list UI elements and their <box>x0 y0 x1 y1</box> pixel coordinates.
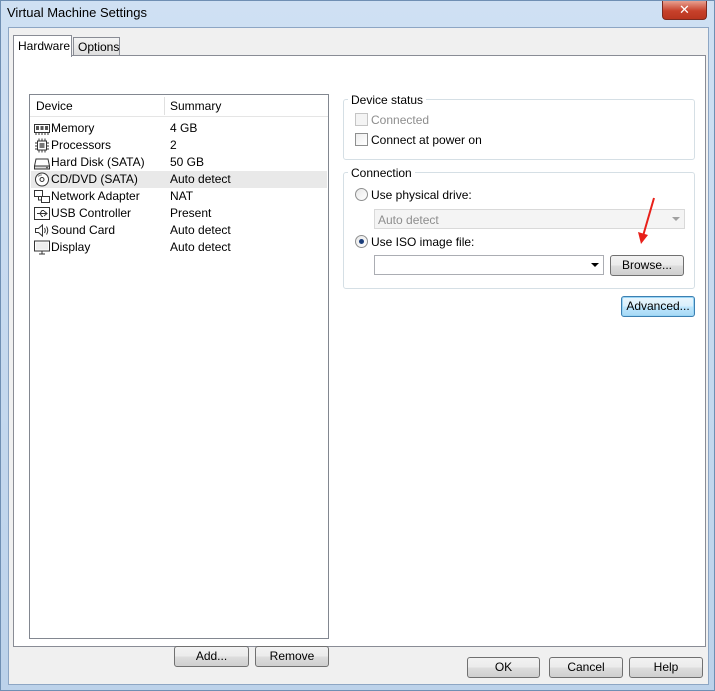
network-adapter-icon <box>34 190 50 203</box>
device-row-cd-dvd[interactable]: CD/DVD (SATA) Auto detect <box>31 171 327 188</box>
device-summary: Present <box>170 206 212 220</box>
device-name: Sound Card <box>51 223 116 237</box>
hard-disk-icon <box>34 158 50 170</box>
monitor-icon <box>34 240 50 255</box>
device-row-network-adapter[interactable]: Network Adapter NAT <box>31 188 327 205</box>
processor-icon <box>35 138 49 153</box>
remove-button[interactable]: Remove <box>255 646 329 667</box>
use-physical-drive-radio[interactable] <box>355 188 368 201</box>
cancel-button[interactable]: Cancel <box>549 657 623 678</box>
device-summary: 50 GB <box>170 155 205 169</box>
usb-icon <box>34 207 50 220</box>
hardware-tab-panel: Device Summary Memory 4 GB Processors 2 … <box>13 55 706 667</box>
iso-image-path-input[interactable] <box>374 255 604 275</box>
column-header-summary[interactable]: Summary <box>164 95 328 117</box>
device-row-sound-card[interactable]: Sound Card Auto detect <box>31 222 327 239</box>
device-name: Processors <box>51 138 112 152</box>
device-summary: Auto detect <box>170 172 231 186</box>
browse-button[interactable]: Browse... <box>610 255 684 276</box>
window-title: Virtual Machine Settings <box>7 5 147 20</box>
device-name: Hard Disk (SATA) <box>51 155 145 169</box>
device-row-processors[interactable]: Processors 2 <box>31 137 327 154</box>
device-status-title: Device status <box>348 93 427 107</box>
device-summary: Auto detect <box>170 240 231 254</box>
tab-options[interactable]: Options <box>73 37 120 57</box>
device-name: USB Controller <box>51 206 132 220</box>
device-summary: 4 GB <box>170 121 198 135</box>
memory-icon <box>34 124 50 135</box>
speaker-icon <box>35 223 49 238</box>
device-summary: 2 <box>170 138 177 152</box>
device-status-group: Device status Connected Connect at power… <box>343 93 695 160</box>
device-name: Memory <box>51 121 95 135</box>
add-button[interactable]: Add... <box>174 646 249 667</box>
column-header-device[interactable]: Device <box>30 95 164 117</box>
list-header: Device Summary <box>30 95 328 117</box>
tab-hardware[interactable]: Hardware <box>13 35 72 57</box>
device-row-hard-disk[interactable]: Hard Disk (SATA) 50 GB <box>31 154 327 171</box>
dialog-window: Virtual Machine Settings ✕ Hardware Opti… <box>0 0 715 691</box>
device-name: Network Adapter <box>51 189 140 203</box>
connect-at-power-on-label: Connect at power on <box>371 133 482 147</box>
device-row-memory[interactable]: Memory 4 GB <box>31 120 327 137</box>
connected-checkbox[interactable] <box>355 113 368 126</box>
use-physical-drive-label: Use physical drive: <box>371 188 472 202</box>
ok-button[interactable]: OK <box>467 657 540 678</box>
use-iso-image-label: Use ISO image file: <box>371 235 475 249</box>
device-name: CD/DVD (SATA) <box>51 172 138 186</box>
chevron-down-icon <box>672 217 680 221</box>
device-name: Display <box>51 240 91 254</box>
chevron-down-icon[interactable] <box>591 263 599 267</box>
device-summary: Auto detect <box>170 223 231 237</box>
device-list[interactable]: Device Summary Memory 4 GB Processors 2 … <box>29 94 329 639</box>
dialog-client-area: Hardware Options Device Summary Memory 4… <box>8 27 709 685</box>
connected-label: Connected <box>371 113 430 127</box>
help-button[interactable]: Help <box>629 657 703 678</box>
device-summary: NAT <box>170 189 194 203</box>
annotation-arrow-icon <box>638 197 655 244</box>
cd-dvd-icon <box>35 172 49 187</box>
physical-drive-value: Auto detect <box>378 213 439 227</box>
device-row-usb-controller[interactable]: USB Controller Present <box>31 205 327 222</box>
connection-title: Connection <box>348 166 415 180</box>
connect-at-power-on-checkbox[interactable] <box>355 133 368 146</box>
advanced-button[interactable]: Advanced... <box>621 296 695 317</box>
device-row-display[interactable]: Display Auto detect <box>31 239 327 256</box>
use-iso-image-radio[interactable] <box>355 235 368 248</box>
close-button[interactable]: ✕ <box>662 1 707 20</box>
